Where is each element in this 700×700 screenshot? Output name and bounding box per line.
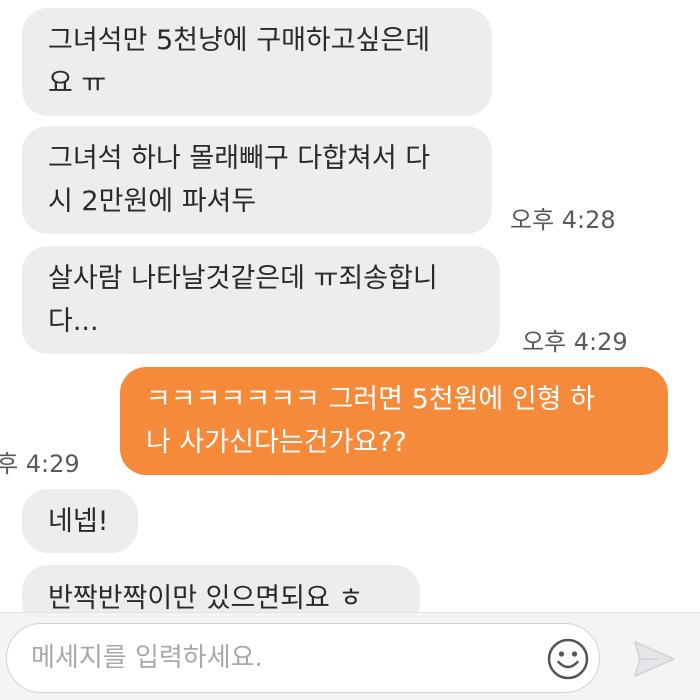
message-bubble-incoming: 그녀석만 5천냥에 구매하고싶은데 요 ㅠ bbox=[22, 8, 492, 116]
message-composer bbox=[0, 612, 700, 700]
message-bubble-incoming: 그녀석 하나 몰래빼구 다합쳐서 다 시 2만원에 파셔두 bbox=[22, 126, 492, 234]
smiley-icon[interactable] bbox=[546, 637, 590, 681]
message-bubble-incoming: 네넵! bbox=[22, 489, 138, 553]
send-arrow-icon[interactable] bbox=[628, 633, 680, 685]
message-timestamp: 오후 4:29 bbox=[522, 328, 628, 356]
message-timestamp: 오후 4:28 bbox=[510, 206, 616, 234]
message-input[interactable] bbox=[6, 623, 600, 693]
message-bubble-incoming: 반짝반짝이만 있으면되요 ㅎ bbox=[22, 565, 420, 612]
message-timestamp: 오후 4:29 bbox=[0, 450, 80, 478]
message-bubble-incoming: 살사람 나타날것같은데 ㅠ죄송합니 다... bbox=[22, 246, 500, 354]
message-bubble-outgoing: ㅋㅋㅋㅋㅋㅋㅋ 그러면 5천원에 인형 하 나 사가신다는건가요?? bbox=[120, 367, 668, 475]
chat-thread[interactable]: 그녀석만 5천냥에 구매하고싶은데 요 ㅠ 그녀석 하나 몰래빼구 다합쳐서 다… bbox=[0, 0, 700, 612]
